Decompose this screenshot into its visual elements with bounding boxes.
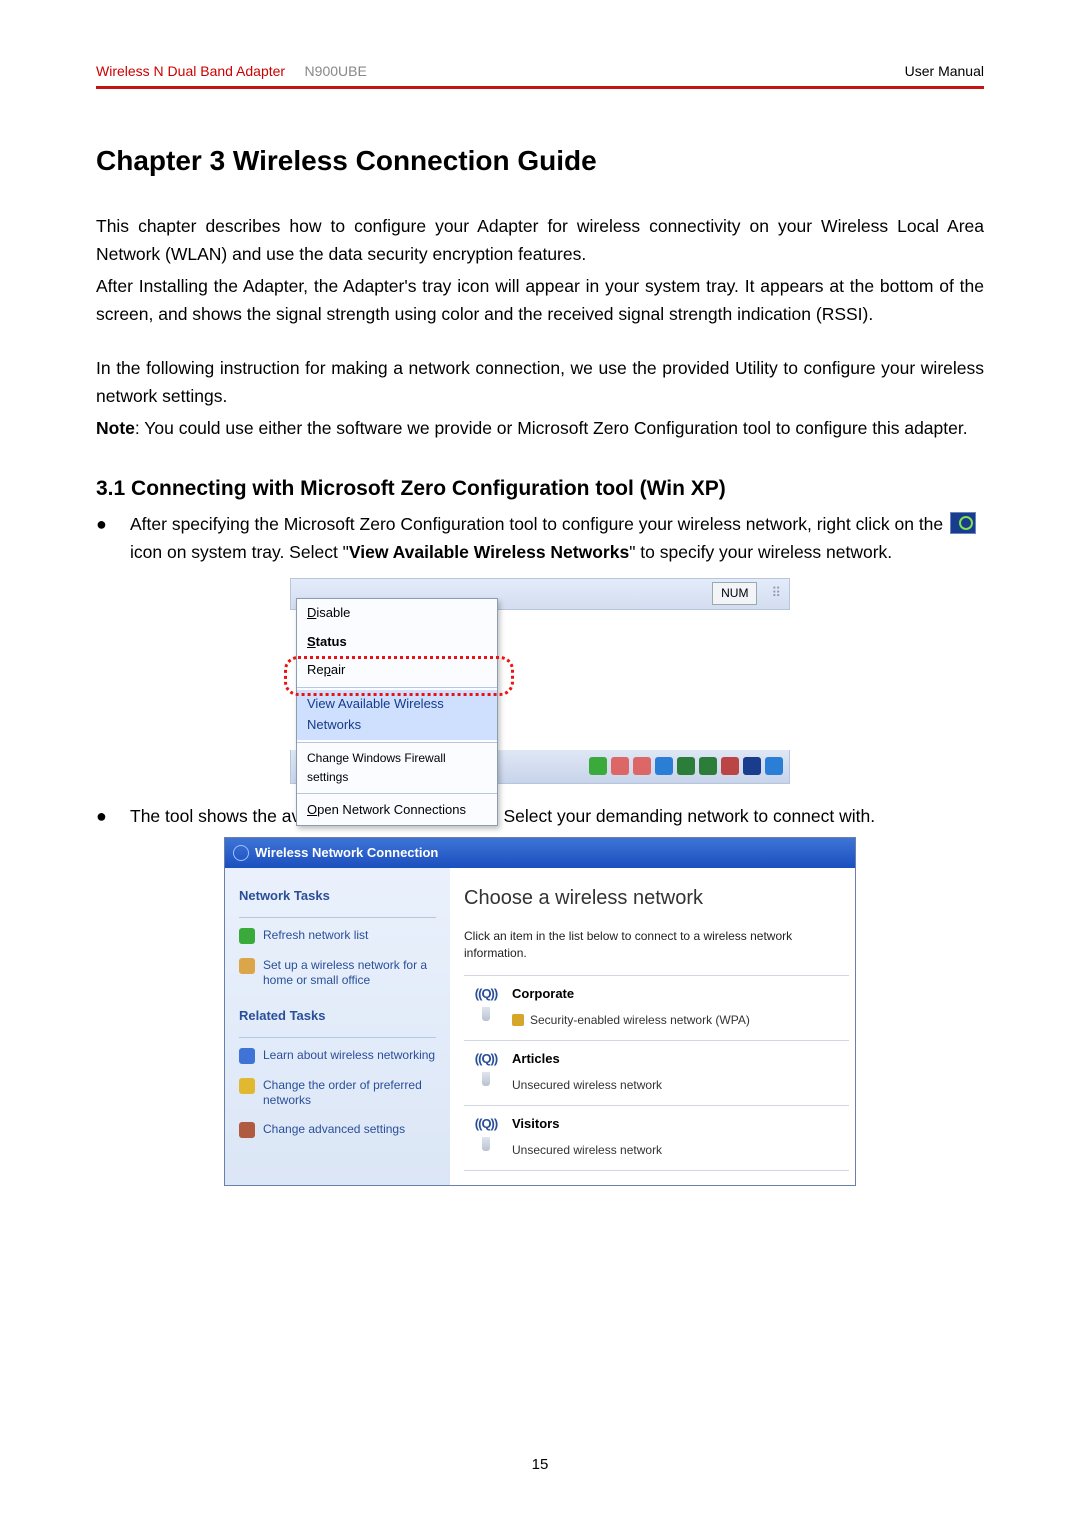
menu-item-view-networks[interactable]: View Available Wireless Networks — [297, 690, 497, 740]
header-doctype: User Manual — [905, 60, 984, 82]
num-lock-indicator: NUM — [712, 582, 757, 605]
header-model: N900UBE — [305, 63, 367, 79]
section-3-1-title: 3.1 Connecting with Microsoft Zero Confi… — [96, 472, 984, 506]
antenna-icon: ((Q)) — [475, 1049, 497, 1070]
lock-icon — [512, 1014, 524, 1026]
link-change-order[interactable]: Change the order of preferred networks — [239, 1078, 436, 1108]
sidebar-heading-tasks: Network Tasks — [239, 886, 436, 907]
antenna-icon: ((Q)) — [475, 1114, 497, 1135]
network-row[interactable]: ((Q)) Articles Unsecured wireless networ… — [464, 1040, 849, 1105]
page-number: 15 — [0, 1453, 1080, 1477]
network-desc: Security-enabled wireless network (WPA) — [530, 1011, 750, 1030]
antenna-stem-icon — [482, 1072, 490, 1086]
note-text: : You could use either the software we p… — [135, 418, 968, 438]
info-icon — [239, 1048, 255, 1064]
wireless-icon — [233, 845, 249, 861]
resize-grip-icon: ⠿ — [771, 583, 781, 604]
dialog-title: Wireless Network Connection — [255, 843, 438, 864]
link-advanced-settings[interactable]: Change advanced settings — [239, 1122, 436, 1138]
menu-item-status[interactable]: Status — [297, 628, 497, 657]
figure-tray-context-menu: NUM ⠿ DDisableisable Status Repair View … — [290, 578, 790, 784]
paragraph-intro-2: After Installing the Adapter, the Adapte… — [96, 272, 984, 328]
chapter-title: Chapter 3 Wireless Connection Guide — [96, 139, 984, 184]
paragraph-note: Note: You could use either the software … — [96, 414, 984, 442]
antenna-icon: ((Q)) — [475, 984, 497, 1005]
refresh-icon — [239, 928, 255, 944]
link-refresh-networks[interactable]: Refresh network list — [239, 928, 436, 944]
note-label: Note — [96, 418, 135, 438]
network-name: Visitors — [512, 1114, 843, 1135]
network-desc: Unsecured wireless network — [512, 1076, 662, 1095]
network-row[interactable]: ((Q)) Visitors Unsecured wireless networ… — [464, 1105, 849, 1171]
bullet1-text-c: " to specify your wireless network. — [629, 542, 892, 562]
tray-icon[interactable] — [611, 757, 629, 775]
tray-icon[interactable] — [655, 757, 673, 775]
bullet1-bold: View Available Wireless Networks — [349, 542, 629, 562]
network-name: Corporate — [512, 984, 843, 1005]
dialog-main: Choose a wireless network Click an item … — [450, 868, 855, 1184]
page-header: Wireless N Dual Band Adapter N900UBE Use… — [96, 60, 984, 82]
dialog-sidebar: Network Tasks Refresh network list Set u… — [225, 868, 450, 1184]
menu-item-open-connections[interactable]: Open Network Connections — [297, 796, 497, 825]
setup-icon — [239, 958, 255, 974]
bullet1-text-b: icon on system tray. Select " — [130, 542, 349, 562]
network-row[interactable]: ((Q)) Corporate Security-enabled wireles… — [464, 975, 849, 1040]
tray-wireless-icon[interactable] — [743, 757, 761, 775]
dialog-titlebar: Wireless Network Connection — [225, 838, 855, 869]
figure-wireless-dialog: Wireless Network Connection Network Task… — [224, 837, 856, 1186]
header-rule — [96, 86, 984, 89]
header-product: Wireless N Dual Band Adapter — [96, 63, 285, 79]
tray-icon[interactable] — [699, 757, 717, 775]
bullet-item-1: ● After specifying the Microsoft Zero Co… — [96, 510, 984, 566]
antenna-stem-icon — [482, 1137, 490, 1151]
link-learn-wireless[interactable]: Learn about wireless networking — [239, 1048, 436, 1064]
network-desc: Unsecured wireless network — [512, 1141, 662, 1160]
paragraph-intro-1: This chapter describes how to configure … — [96, 212, 984, 268]
tray-icon[interactable] — [677, 757, 695, 775]
tray-icon[interactable] — [589, 757, 607, 775]
star-icon — [239, 1078, 255, 1094]
tray-icon[interactable] — [765, 757, 783, 775]
network-name: Articles — [512, 1049, 843, 1070]
main-heading: Choose a wireless network — [464, 882, 849, 914]
tray-wireless-icon — [950, 512, 976, 534]
menu-item-firewall[interactable]: Change Windows Firewall settings — [297, 745, 497, 791]
bullet-dot: ● — [96, 510, 130, 566]
menu-item-disable[interactable]: DDisableisable — [297, 599, 497, 628]
gear-icon — [239, 1122, 255, 1138]
sidebar-heading-related: Related Tasks — [239, 1006, 436, 1027]
antenna-stem-icon — [482, 1007, 490, 1021]
menu-item-repair[interactable]: Repair — [297, 656, 497, 685]
link-setup-network[interactable]: Set up a wireless network for a home or … — [239, 958, 436, 988]
bullet-dot: ● — [96, 802, 130, 831]
paragraph-intro-3: In the following instruction for making … — [96, 354, 984, 410]
tray-context-menu: DDisableisable Status Repair View Availa… — [296, 598, 498, 826]
bullet-item-2: ● The tool shows the available wireless … — [96, 802, 984, 831]
bullet1-text-a: After specifying the Microsoft Zero Conf… — [130, 514, 948, 534]
main-subtext: Click an item in the list below to conne… — [464, 928, 849, 960]
bullet2-text: The tool shows the available wireless ne… — [130, 802, 984, 831]
tray-icon[interactable] — [721, 757, 739, 775]
tray-icon[interactable] — [633, 757, 651, 775]
